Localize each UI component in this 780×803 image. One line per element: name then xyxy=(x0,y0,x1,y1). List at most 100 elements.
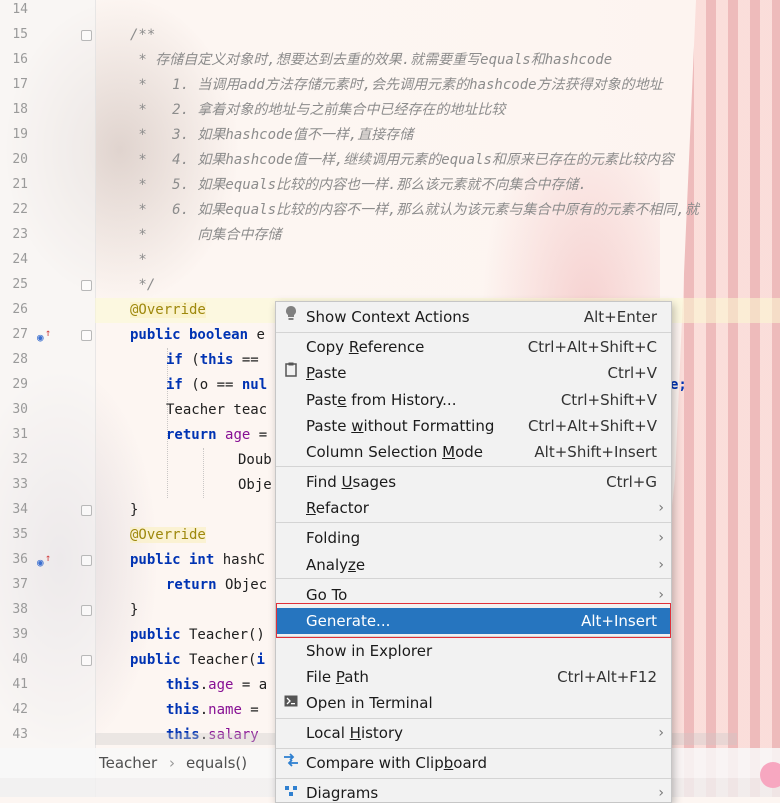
fold-icon[interactable] xyxy=(81,555,92,566)
menu-item-show-context-actions[interactable]: Show Context Actions Alt+Enter xyxy=(276,304,671,330)
editor-gutter[interactable]: 14 15 16 17 18 19 20 21 22 23 24 25 26 2… xyxy=(0,0,96,797)
code-line: return Objec xyxy=(166,573,267,598)
submenu-arrow-icon: › xyxy=(658,725,664,741)
keyword: public boolean xyxy=(130,327,249,343)
submenu-arrow-icon: › xyxy=(658,587,664,603)
line-number: 20 xyxy=(12,152,28,167)
menu-item-shortcut: Ctrl+V xyxy=(607,364,657,382)
menu-item-label: Open in Terminal xyxy=(306,694,433,712)
keyword: this xyxy=(199,352,234,368)
line-number: 21 xyxy=(12,177,28,192)
line-number: 43 xyxy=(12,727,28,742)
diagram-icon xyxy=(282,780,300,802)
breadcrumb-item-method[interactable]: equals() xyxy=(186,748,247,778)
fold-icon[interactable] xyxy=(81,330,92,341)
keyword: public int xyxy=(130,552,215,568)
code-line: * xyxy=(130,252,147,268)
indent-guide xyxy=(203,448,204,498)
keyword: if xyxy=(166,352,183,368)
code-line: * 向集合中存储 xyxy=(130,227,282,243)
menu-item-find-usages[interactable]: Find Usages Ctrl+G xyxy=(276,469,671,495)
menu-item-analyze[interactable]: Analyze › xyxy=(276,552,671,578)
code-line: if (this == xyxy=(166,348,259,373)
clipboard-icon xyxy=(282,360,300,386)
line-number: 16 xyxy=(12,52,28,67)
keyword: this xyxy=(166,702,200,718)
line-number: 29 xyxy=(12,377,28,392)
override-method-icon[interactable]: ◉ ↑ xyxy=(37,553,51,569)
menu-item-label: Go To xyxy=(306,586,348,604)
line-number: 27 xyxy=(12,327,28,342)
breadcrumb-item-class[interactable]: Teacher xyxy=(99,748,157,778)
menu-item-shortcut: Ctrl+G xyxy=(606,473,657,491)
code-line: public boolean e xyxy=(130,323,265,348)
fold-icon[interactable] xyxy=(81,30,92,41)
menu-separator xyxy=(276,466,671,467)
code-text: hashC xyxy=(214,552,265,568)
submenu-arrow-icon: › xyxy=(658,785,664,801)
menu-item-local-history[interactable]: Local History › xyxy=(276,720,671,746)
menu-item-label: Generate... xyxy=(306,612,391,630)
line-number: 17 xyxy=(12,77,28,92)
editor-context-menu: Show Context Actions Alt+Enter Copy Refe… xyxy=(275,301,672,803)
menu-item-show-in-explorer[interactable]: Show in Explorer xyxy=(276,638,671,664)
menu-item-label: Refactor xyxy=(306,499,369,517)
menu-separator xyxy=(276,636,671,637)
menu-item-shortcut: Ctrl+Alt+Shift+V xyxy=(527,417,657,435)
code-line: this.name = xyxy=(166,702,259,718)
line-number: 31 xyxy=(12,427,28,442)
menu-item-shortcut: Alt+Insert xyxy=(581,612,657,630)
code-line: public int hashC xyxy=(130,548,265,573)
menu-item-refactor[interactable]: Refactor › xyxy=(276,495,671,521)
line-number: 39 xyxy=(12,627,28,642)
menu-item-compare-with-clipboard[interactable]: Compare with Clipboard xyxy=(276,750,671,776)
keyword: return xyxy=(166,577,217,593)
line-number: 41 xyxy=(12,677,28,692)
code-text: ( xyxy=(182,352,200,368)
line-number: 26 xyxy=(12,302,28,317)
menu-item-column-selection-mode[interactable]: Column Selection Mode Alt+Shift+Insert xyxy=(276,439,671,465)
fold-icon[interactable] xyxy=(81,505,92,516)
code-line: * 6. 如果equals比较的内容不一样,那么就认为该元素与集合中原有的元素不… xyxy=(130,202,699,218)
menu-item-label: Compare with Clipboard xyxy=(306,754,488,772)
keyword: if xyxy=(166,377,183,393)
line-number: 37 xyxy=(12,577,28,592)
menu-item-paste[interactable]: Paste Ctrl+V xyxy=(276,360,671,386)
menu-item-label: Diagrams xyxy=(306,784,379,802)
breadcrumb-separator: › xyxy=(169,754,175,772)
line-number: 36 xyxy=(12,552,28,567)
menu-item-generate[interactable]: Generate... Alt+Insert xyxy=(276,608,671,634)
submenu-arrow-icon: › xyxy=(658,557,664,573)
menu-separator xyxy=(276,578,671,579)
menu-item-label: Local History xyxy=(306,724,404,742)
menu-item-copy-reference[interactable]: Copy Reference Ctrl+Alt+Shift+C xyxy=(276,334,671,360)
code-text: e; xyxy=(670,377,687,393)
line-number: 19 xyxy=(12,127,28,142)
code-text: (o == xyxy=(182,377,242,393)
menu-item-shortcut: Ctrl+Alt+Shift+C xyxy=(527,338,657,356)
code-line: * 3. 如果hashcode值不一样,直接存储 xyxy=(130,127,414,143)
menu-item-folding[interactable]: Folding › xyxy=(276,525,671,551)
menu-item-label: Show in Explorer xyxy=(306,642,433,660)
menu-item-file-path[interactable]: File Path Ctrl+Alt+F12 xyxy=(276,664,671,690)
code-line: /** xyxy=(130,27,156,43)
menu-item-label: File Path xyxy=(306,668,369,686)
fold-icon[interactable] xyxy=(81,605,92,616)
code-text: Teacher() xyxy=(180,627,265,643)
override-method-icon[interactable]: ◉ ↑ xyxy=(37,328,51,344)
keyword: public xyxy=(130,652,181,668)
menu-separator xyxy=(276,778,671,779)
line-number: 23 xyxy=(12,227,28,242)
menu-item-paste-from-history[interactable]: Paste from History... Ctrl+Shift+V xyxy=(276,387,671,413)
code-line: Obje xyxy=(238,477,272,493)
code-line: public Teacher(i xyxy=(130,648,265,673)
menu-item-paste-without-formatting[interactable]: Paste without Formatting Ctrl+Alt+Shift+… xyxy=(276,413,671,439)
code-line: public Teacher() xyxy=(130,623,265,648)
fold-icon[interactable] xyxy=(81,655,92,666)
menu-item-go-to[interactable]: Go To › xyxy=(276,582,671,608)
line-number: 18 xyxy=(12,102,28,117)
fold-icon[interactable] xyxy=(81,280,92,291)
code-text: == xyxy=(233,352,259,368)
menu-item-diagrams[interactable]: Diagrams › xyxy=(276,780,671,802)
menu-item-open-in-terminal[interactable]: Open in Terminal xyxy=(276,690,671,716)
